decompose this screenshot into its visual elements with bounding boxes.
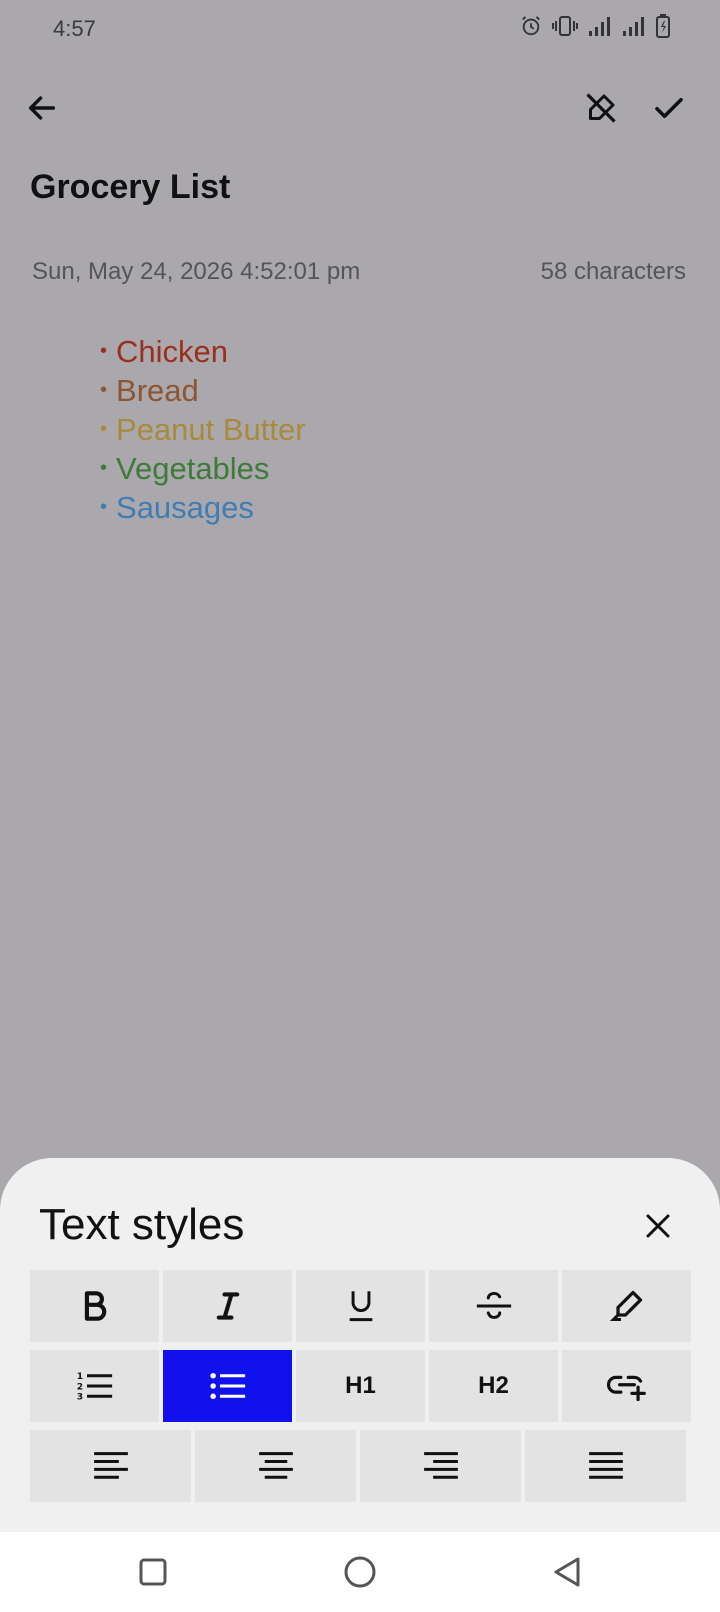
align-left-icon bbox=[93, 1452, 128, 1479]
heading2-label: H2 bbox=[478, 1372, 509, 1399]
add-link-icon bbox=[606, 1375, 646, 1402]
style-row-inline bbox=[30, 1270, 691, 1342]
edit-off-icon bbox=[586, 93, 616, 123]
style-row-alignment bbox=[30, 1430, 686, 1502]
list-item-text: Sausages bbox=[116, 490, 254, 525]
heading1-label: H1 bbox=[345, 1372, 376, 1399]
bullet-list-button[interactable] bbox=[163, 1350, 292, 1422]
list-item[interactable]: • Sausages bbox=[100, 488, 306, 527]
add-link-button[interactable] bbox=[562, 1350, 691, 1422]
list-item-text: Vegetables bbox=[116, 451, 270, 486]
square-recents-icon bbox=[139, 1558, 167, 1586]
system-navigation-bar bbox=[0, 1532, 720, 1612]
note-body-list[interactable]: • Chicken • Bread • Peanut Butter • Vegetabl… bbox=[100, 332, 306, 527]
triangle-back-icon bbox=[554, 1557, 580, 1587]
svg-text:1: 1 bbox=[76, 1372, 82, 1382]
bold-icon bbox=[84, 1291, 106, 1321]
list-item-text: Chicken bbox=[116, 334, 229, 369]
style-row-block: 123 H1 H2 bbox=[30, 1350, 691, 1422]
bullet-icon: • bbox=[100, 457, 108, 479]
save-check-button[interactable] bbox=[641, 80, 697, 136]
list-item-text: Peanut Butter bbox=[116, 412, 306, 447]
bold-button[interactable] bbox=[30, 1270, 159, 1342]
numbered-list-button[interactable]: 123 bbox=[30, 1350, 159, 1422]
list-item[interactable]: • Chicken bbox=[100, 332, 306, 371]
svg-text:2: 2 bbox=[76, 1382, 82, 1392]
note-editor-screen: 4:57 Grocery List Sun, May 24, 2026 4:52… bbox=[0, 0, 720, 1532]
recents-button[interactable] bbox=[131, 1550, 175, 1594]
heading2-button[interactable]: H2 bbox=[429, 1350, 558, 1422]
align-left-button[interactable] bbox=[30, 1430, 191, 1502]
italic-icon bbox=[216, 1292, 239, 1320]
list-item[interactable]: • Vegetables bbox=[100, 449, 306, 488]
underline-icon bbox=[349, 1291, 372, 1322]
svg-text:3: 3 bbox=[76, 1393, 82, 1402]
check-icon bbox=[655, 97, 683, 119]
battery-charging-icon bbox=[656, 14, 670, 38]
note-date: Sun, May 24, 2026 4:52:01 pm bbox=[32, 258, 361, 285]
list-item[interactable]: • Bread bbox=[100, 371, 306, 410]
highlight-button[interactable] bbox=[562, 1270, 691, 1342]
close-sheet-button[interactable] bbox=[634, 1202, 682, 1250]
underline-button[interactable] bbox=[296, 1270, 425, 1342]
strikethrough-icon bbox=[476, 1291, 511, 1319]
align-right-button[interactable] bbox=[360, 1430, 521, 1502]
align-right-icon bbox=[423, 1452, 458, 1479]
back-button[interactable] bbox=[14, 80, 70, 136]
text-styles-sheet: Text styles 123 H1 H2 bbox=[0, 1158, 720, 1532]
close-icon bbox=[646, 1214, 670, 1238]
character-count: 58 characters bbox=[540, 258, 686, 285]
bullet-icon: • bbox=[100, 379, 108, 401]
strikethrough-button[interactable] bbox=[429, 1270, 558, 1342]
sheet-title: Text styles bbox=[39, 1200, 245, 1249]
italic-button[interactable] bbox=[163, 1270, 292, 1342]
align-center-icon bbox=[258, 1452, 293, 1479]
align-center-button[interactable] bbox=[195, 1430, 356, 1502]
list-item[interactable]: • Peanut Butter bbox=[100, 410, 306, 449]
alarm-icon bbox=[522, 16, 540, 36]
status-icons bbox=[520, 14, 670, 38]
numbered-list-icon: 123 bbox=[76, 1372, 112, 1402]
signal-icon-2 bbox=[623, 17, 644, 36]
status-bar: 4:57 bbox=[0, 0, 720, 58]
status-time: 4:57 bbox=[53, 16, 96, 41]
highlighter-icon bbox=[609, 1290, 642, 1321]
bullet-icon: • bbox=[100, 496, 108, 518]
align-justify-button[interactable] bbox=[525, 1430, 686, 1502]
bullet-icon: • bbox=[100, 418, 108, 440]
bullet-list-icon bbox=[209, 1372, 245, 1400]
list-item-text: Bread bbox=[116, 373, 199, 408]
vibrate-icon bbox=[552, 16, 578, 36]
disable-editing-button[interactable] bbox=[573, 80, 629, 136]
home-button[interactable] bbox=[338, 1550, 382, 1594]
bullet-icon: • bbox=[100, 340, 108, 362]
note-title[interactable]: Grocery List bbox=[30, 168, 230, 207]
top-toolbar bbox=[0, 80, 720, 140]
align-justify-icon bbox=[588, 1452, 623, 1479]
arrow-left-icon bbox=[28, 96, 56, 120]
system-back-button[interactable] bbox=[545, 1550, 589, 1594]
signal-icon-1 bbox=[589, 17, 610, 36]
heading1-button[interactable]: H1 bbox=[296, 1350, 425, 1422]
circle-home-icon bbox=[344, 1556, 376, 1588]
